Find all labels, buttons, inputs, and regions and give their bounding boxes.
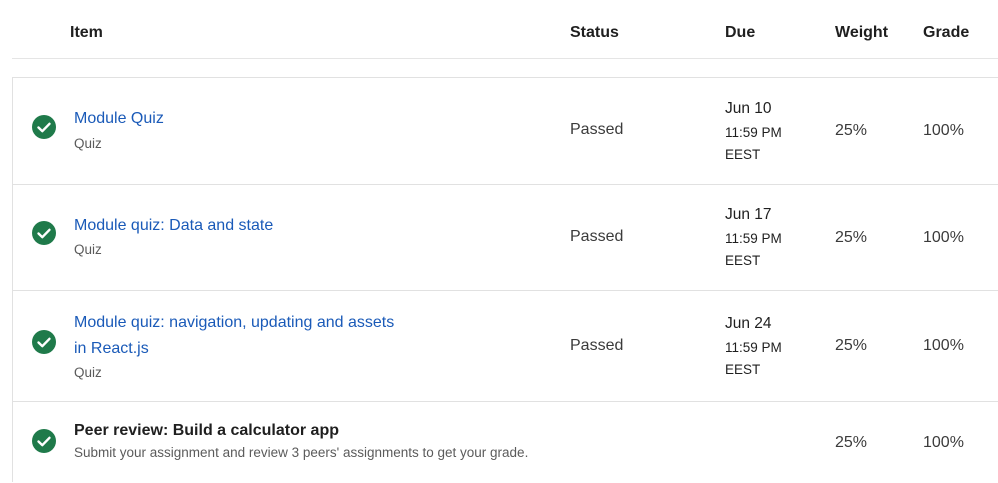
due-timezone: EEST	[725, 362, 761, 377]
item-type: Quiz	[74, 242, 102, 257]
item-link[interactable]: Module quiz: navigation, updating and as…	[74, 310, 394, 362]
item-link[interactable]: Module Quiz	[74, 106, 164, 132]
check-circle-icon	[32, 221, 56, 245]
item-link[interactable]: Module quiz: Data and state	[74, 213, 273, 239]
item-link-line: Module quiz: navigation, updating and as…	[74, 314, 395, 331]
grade-value: 100%	[923, 337, 964, 354]
item-description: Submit your assignment and review 3 peer…	[74, 445, 529, 460]
table-row: Peer review: Build a calculator app Subm…	[13, 402, 998, 483]
grades-table: Module Quiz Quiz Passed Jun 10 11:59 PM …	[12, 77, 998, 482]
due-time: 11:59 PM	[725, 340, 782, 355]
column-header-due: Due	[725, 24, 756, 41]
due-date: Jun 17	[725, 206, 772, 223]
grade-value: 100%	[923, 229, 964, 246]
item-link-line: in React.js	[74, 340, 149, 357]
item-type: Quiz	[74, 365, 102, 380]
check-circle-icon	[32, 330, 56, 354]
grade-value: 100%	[923, 122, 964, 139]
table-row: Module quiz: Data and state Quiz Passed …	[13, 184, 998, 291]
due-date: Jun 24	[725, 315, 772, 332]
check-circle-icon	[32, 115, 56, 139]
column-header-status: Status	[570, 24, 619, 41]
due-date: Jun 10	[725, 100, 772, 117]
table-row: Module quiz: navigation, updating and as…	[13, 291, 998, 402]
grade-value: 100%	[923, 434, 964, 451]
weight-value: 25%	[835, 337, 868, 354]
weight-value: 25%	[835, 229, 868, 246]
table-row: Module Quiz Quiz Passed Jun 10 11:59 PM …	[13, 78, 998, 185]
due-time: 11:59 PM	[725, 125, 782, 140]
item-type: Quiz	[74, 136, 102, 151]
table-header: Item Status Due Weight Grade	[12, 0, 998, 59]
column-header-weight: Weight	[835, 24, 889, 41]
status-text: Passed	[570, 121, 624, 138]
column-header-grade: Grade	[923, 24, 970, 41]
weight-value: 25%	[835, 122, 868, 139]
item-title[interactable]: Peer review: Build a calculator app	[74, 421, 339, 441]
status-text: Passed	[570, 228, 624, 245]
weight-value: 25%	[835, 434, 868, 451]
check-circle-icon	[32, 429, 56, 453]
status-text: Passed	[570, 337, 624, 354]
due-timezone: EEST	[725, 147, 761, 162]
due-timezone: EEST	[725, 253, 761, 268]
due-time: 11:59 PM	[725, 231, 782, 246]
column-header-item: Item	[70, 24, 103, 41]
